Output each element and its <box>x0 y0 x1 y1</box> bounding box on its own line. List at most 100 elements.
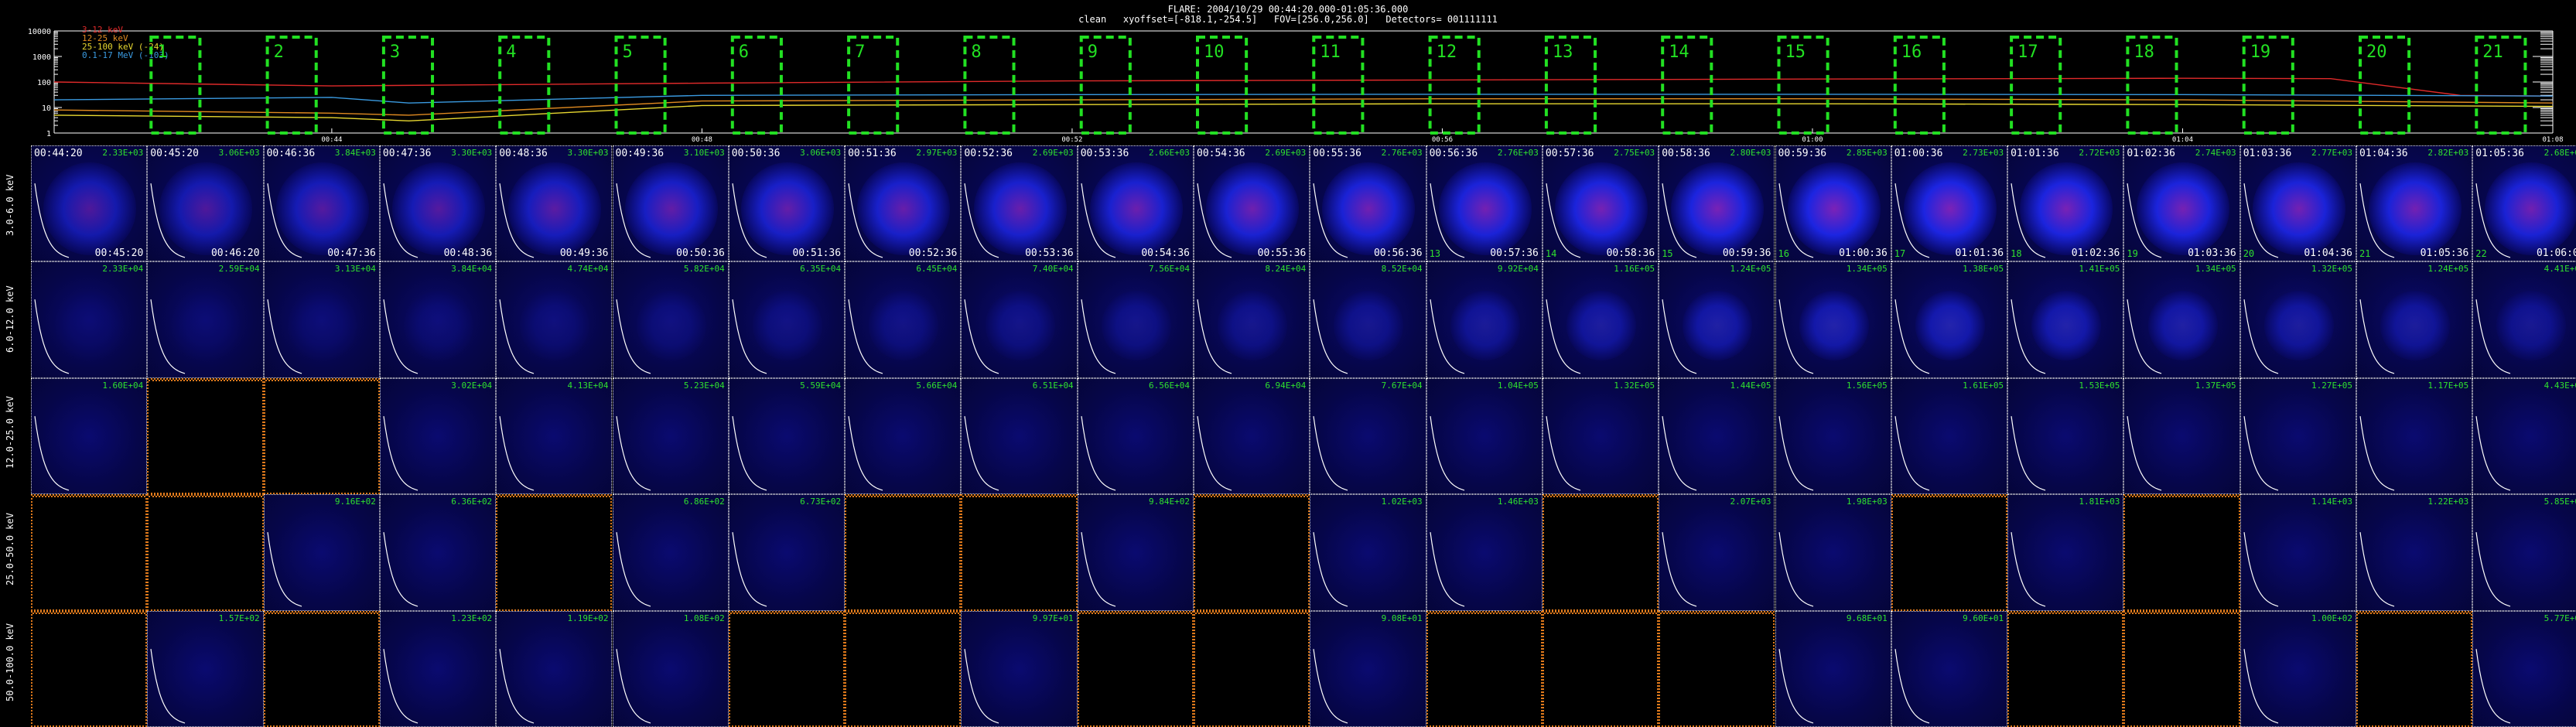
image-cell[interactable]: 2.33E+03 00:44:20 00:45:20 <box>31 145 148 262</box>
image-cell[interactable]: 2.80E+03 00:58:36 00:59:36 15 <box>1659 145 1775 262</box>
image-cell[interactable]: 6.73E+02 <box>728 494 846 611</box>
image-cell[interactable] <box>845 610 962 727</box>
image-cell[interactable]: 6.51E+04 <box>961 377 1078 495</box>
image-cell[interactable]: 1.24E+05 <box>1659 261 1775 378</box>
image-cell[interactable]: 9.68E+01 <box>1775 610 1891 727</box>
image-cell[interactable]: 3.13E+04 <box>263 261 380 378</box>
image-cell[interactable] <box>1891 494 2008 611</box>
image-cell[interactable]: 2.68E+03 01:05:36 01:06:08 22 <box>2472 145 2576 262</box>
image-cell[interactable]: 6.45E+04 <box>845 261 962 378</box>
image-cell[interactable]: 5.85E+02 <box>2472 494 2576 611</box>
image-cell[interactable]: 6.35E+04 <box>728 261 846 378</box>
image-cell[interactable]: 1.34E+05 <box>1775 261 1891 378</box>
image-cell[interactable]: 1.32E+05 <box>2239 261 2356 378</box>
image-cell[interactable]: 1.61E+05 <box>1891 377 2008 495</box>
image-cell[interactable]: 6.86E+02 <box>612 494 729 611</box>
image-cell[interactable]: 1.98E+03 <box>1775 494 1891 611</box>
image-cell[interactable] <box>2007 610 2124 727</box>
image-cell[interactable]: 2.72E+03 01:01:36 01:02:36 18 <box>2007 145 2124 262</box>
image-cell[interactable]: 2.33E+04 <box>31 261 148 378</box>
image-cell[interactable]: 3.06E+03 00:50:36 00:51:36 <box>728 145 846 262</box>
image-cell[interactable]: 3.02E+04 <box>379 377 497 495</box>
image-cell[interactable]: 5.77E+01 <box>2472 610 2576 727</box>
image-cell[interactable]: 4.41E+04 <box>2472 261 2576 378</box>
image-cell[interactable]: 1.16E+05 <box>1542 261 1659 378</box>
image-cell[interactable] <box>1659 610 1775 727</box>
image-cell[interactable]: 1.41E+05 <box>2007 261 2124 378</box>
image-cell[interactable] <box>961 494 1078 611</box>
image-cell[interactable]: 7.67E+04 <box>1310 377 1426 495</box>
image-cell[interactable]: 3.06E+03 00:45:20 00:46:20 <box>147 145 264 262</box>
image-cell[interactable]: 1.17E+05 <box>2356 377 2473 495</box>
image-cell[interactable]: 9.92E+04 <box>1426 261 1543 378</box>
image-cell[interactable]: 2.76E+03 00:55:36 00:56:36 <box>1310 145 1426 262</box>
image-cell[interactable] <box>728 610 846 727</box>
image-cell[interactable]: 2.85E+03 00:59:36 01:00:36 16 <box>1775 145 1891 262</box>
image-cell[interactable] <box>31 610 148 727</box>
image-cell[interactable]: 3.30E+03 00:48:36 00:49:36 <box>496 145 613 262</box>
image-cell[interactable] <box>263 377 380 495</box>
image-cell[interactable]: 5.59E+04 <box>728 377 846 495</box>
image-cell[interactable]: 5.66E+04 <box>845 377 962 495</box>
image-cell[interactable]: 1.46E+03 <box>1426 494 1543 611</box>
image-cell[interactable]: 9.84E+02 <box>1077 494 1194 611</box>
image-cell[interactable]: 8.52E+04 <box>1310 261 1426 378</box>
image-cell[interactable]: 5.82E+04 <box>612 261 729 378</box>
image-cell[interactable] <box>1426 610 1543 727</box>
image-cell[interactable]: 2.82E+03 01:04:36 01:05:36 21 <box>2356 145 2473 262</box>
image-cell[interactable] <box>2123 494 2240 611</box>
image-cell[interactable]: 6.36E+02 <box>379 494 497 611</box>
image-cell[interactable]: 1.38E+05 <box>1891 261 2008 378</box>
image-cell[interactable]: 3.84E+03 00:46:36 00:47:36 <box>263 145 380 262</box>
image-cell[interactable]: 4.43E+04 <box>2472 377 2576 495</box>
image-cell[interactable] <box>2123 610 2240 727</box>
image-cell[interactable]: 1.37E+05 <box>2123 377 2240 495</box>
image-cell[interactable]: 6.94E+04 <box>1194 377 1310 495</box>
image-cell[interactable] <box>2356 610 2473 727</box>
image-cell[interactable]: 1.44E+05 <box>1659 377 1775 495</box>
image-cell[interactable]: 1.53E+05 <box>2007 377 2124 495</box>
image-cell[interactable]: 2.66E+03 00:53:36 00:54:36 <box>1077 145 1194 262</box>
image-cell[interactable]: 9.60E+01 <box>1891 610 2008 727</box>
image-cell[interactable] <box>263 610 380 727</box>
image-cell[interactable]: 4.13E+04 <box>496 377 613 495</box>
image-cell[interactable]: 1.24E+05 <box>2356 261 2473 378</box>
image-cell[interactable]: 6.56E+04 <box>1077 377 1194 495</box>
image-cell[interactable]: 2.69E+03 00:54:36 00:55:36 <box>1194 145 1310 262</box>
image-cell[interactable]: 2.97E+03 00:51:36 00:52:36 <box>845 145 962 262</box>
image-cell[interactable] <box>1194 494 1310 611</box>
image-cell[interactable] <box>1194 610 1310 727</box>
image-cell[interactable]: 2.73E+03 01:00:36 01:01:36 17 <box>1891 145 2008 262</box>
image-cell[interactable] <box>496 494 613 611</box>
image-cell[interactable]: 9.97E+01 <box>961 610 1078 727</box>
image-cell[interactable]: 1.60E+04 <box>31 377 148 495</box>
image-cell[interactable]: 2.76E+03 00:56:36 00:57:36 13 <box>1426 145 1543 262</box>
image-cell[interactable]: 7.56E+04 <box>1077 261 1194 378</box>
image-cell[interactable]: 2.07E+03 <box>1659 494 1775 611</box>
image-cell[interactable]: 1.23E+02 <box>379 610 497 727</box>
image-cell[interactable]: 1.14E+03 <box>2239 494 2356 611</box>
image-cell[interactable]: 1.56E+05 <box>1775 377 1891 495</box>
image-cell[interactable]: 3.84E+04 <box>379 261 497 378</box>
image-cell[interactable]: 1.81E+03 <box>2007 494 2124 611</box>
image-cell[interactable] <box>1542 610 1659 727</box>
image-cell[interactable]: 1.00E+02 <box>2239 610 2356 727</box>
image-cell[interactable]: 8.24E+04 <box>1194 261 1310 378</box>
image-cell[interactable]: 3.30E+03 00:47:36 00:48:36 <box>379 145 497 262</box>
image-cell[interactable]: 2.74E+03 01:02:36 01:03:36 19 <box>2123 145 2240 262</box>
image-cell[interactable]: 2.77E+03 01:03:36 01:04:36 20 <box>2239 145 2356 262</box>
image-cell[interactable]: 2.59E+04 <box>147 261 264 378</box>
image-cell[interactable]: 7.40E+04 <box>961 261 1078 378</box>
image-cell[interactable]: 4.74E+04 <box>496 261 613 378</box>
image-cell[interactable]: 1.19E+02 <box>496 610 613 727</box>
image-cell[interactable]: 2.69E+03 00:52:36 00:53:36 <box>961 145 1078 262</box>
image-cell[interactable] <box>845 494 962 611</box>
image-cell[interactable] <box>31 494 148 611</box>
image-cell[interactable]: 2.75E+03 00:57:36 00:58:36 14 <box>1542 145 1659 262</box>
image-cell[interactable] <box>147 494 264 611</box>
image-cell[interactable] <box>1542 494 1659 611</box>
image-cell[interactable]: 1.08E+02 <box>612 610 729 727</box>
image-cell[interactable]: 1.34E+05 <box>2123 261 2240 378</box>
image-cell[interactable]: 1.32E+05 <box>1542 377 1659 495</box>
image-cell[interactable]: 1.02E+03 <box>1310 494 1426 611</box>
